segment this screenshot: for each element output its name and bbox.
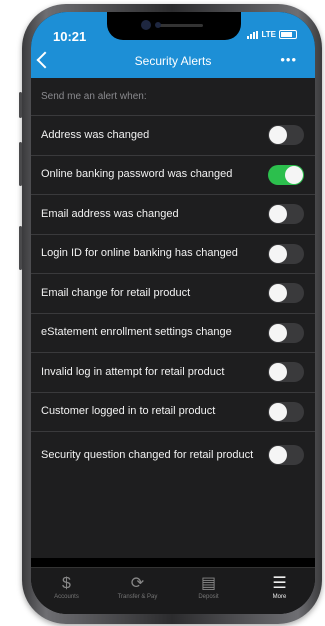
alerts-list: Send me an alert when: Address was chang… [31, 78, 315, 558]
toggle-knob [269, 446, 287, 464]
alert-toggle[interactable] [268, 243, 304, 264]
alert-row: Email address was changed [31, 194, 315, 234]
alert-row: Customer logged in to retail product [31, 391, 315, 432]
alert-label: Address was changed [41, 128, 150, 141]
alert-label: Customer logged in to retail product [41, 405, 216, 418]
toggle-knob [269, 284, 287, 303]
toggle-knob [285, 165, 303, 184]
toggle-knob [269, 244, 287, 263]
notch [107, 12, 241, 40]
tab-transfer-pay[interactable]: ⟳ Transfer & Pay [102, 568, 173, 614]
speaker [159, 24, 203, 27]
tab-bar: $ Accounts ⟳ Transfer & Pay ▤ Deposit ☰ … [31, 567, 315, 614]
alert-label: Online banking password was changed [41, 168, 233, 181]
alert-toggle[interactable] [268, 164, 304, 185]
side-button [19, 92, 22, 118]
tab-deposit[interactable]: ▤ Deposit [173, 568, 244, 614]
volume-up-button [19, 142, 22, 186]
alert-label: eStatement enrollment settings change [41, 326, 232, 339]
alert-row: Online banking password was changed [31, 154, 315, 195]
alert-toggle[interactable] [268, 401, 304, 422]
alert-label: Email address was changed [41, 207, 179, 220]
alert-label: Invalid log in attempt for retail produc… [41, 365, 225, 378]
tab-label: Transfer & Pay [117, 594, 158, 600]
check-deposit-icon: ▤ [200, 575, 217, 592]
alert-toggle[interactable] [268, 322, 304, 343]
alert-row: Security question changed for retail pro… [31, 431, 315, 478]
alert-toggle[interactable] [268, 125, 304, 146]
tab-label: More [272, 594, 287, 600]
volume-down-button [19, 226, 22, 270]
tab-label: Accounts [54, 594, 79, 600]
alert-label: Email change for retail product [41, 286, 191, 299]
alert-row: eStatement enrollment settings change [31, 312, 315, 353]
alert-row: Email change for retail product [31, 273, 315, 313]
alert-toggle[interactable] [268, 362, 304, 383]
dollar-icon: $ [62, 575, 71, 592]
transfer-icon: ⟳ [130, 575, 145, 592]
network-label: LTE [261, 30, 276, 39]
battery-icon [279, 30, 297, 39]
status-time: 10:21 [53, 29, 87, 44]
alert-toggle[interactable] [268, 283, 304, 304]
alert-row: Invalid log in attempt for retail produc… [31, 352, 315, 392]
alert-toggle[interactable] [268, 204, 304, 225]
sensor-icon [155, 22, 161, 28]
alert-row: Address was changed [31, 115, 315, 155]
more-options-button[interactable]: ••• [280, 52, 297, 67]
tab-more[interactable]: ☰ More [244, 568, 315, 614]
toggle-knob [269, 402, 287, 421]
toggle-knob [269, 323, 287, 342]
status-indicators: LTE [247, 30, 297, 39]
tab-accounts[interactable]: $ Accounts [31, 568, 102, 614]
toggle-knob [269, 363, 287, 382]
alert-label: Login ID for online banking has changed [41, 247, 238, 260]
page-title: Security Alerts [134, 54, 212, 68]
alert-row: Login ID for online banking has changed [31, 233, 315, 274]
alert-label: Security question changed for retail pro… [41, 448, 254, 461]
toggle-knob [269, 126, 287, 145]
signal-icon [247, 30, 259, 39]
section-label: Send me an alert when: [41, 91, 147, 102]
menu-icon: ☰ [272, 575, 287, 592]
alert-toggle[interactable] [268, 445, 304, 465]
camera-icon [141, 20, 151, 30]
toggle-knob [269, 205, 287, 224]
phone-screen: 10:21 LTE Security Alerts ••• Send me an… [31, 12, 315, 614]
tab-label: Deposit [198, 594, 219, 600]
